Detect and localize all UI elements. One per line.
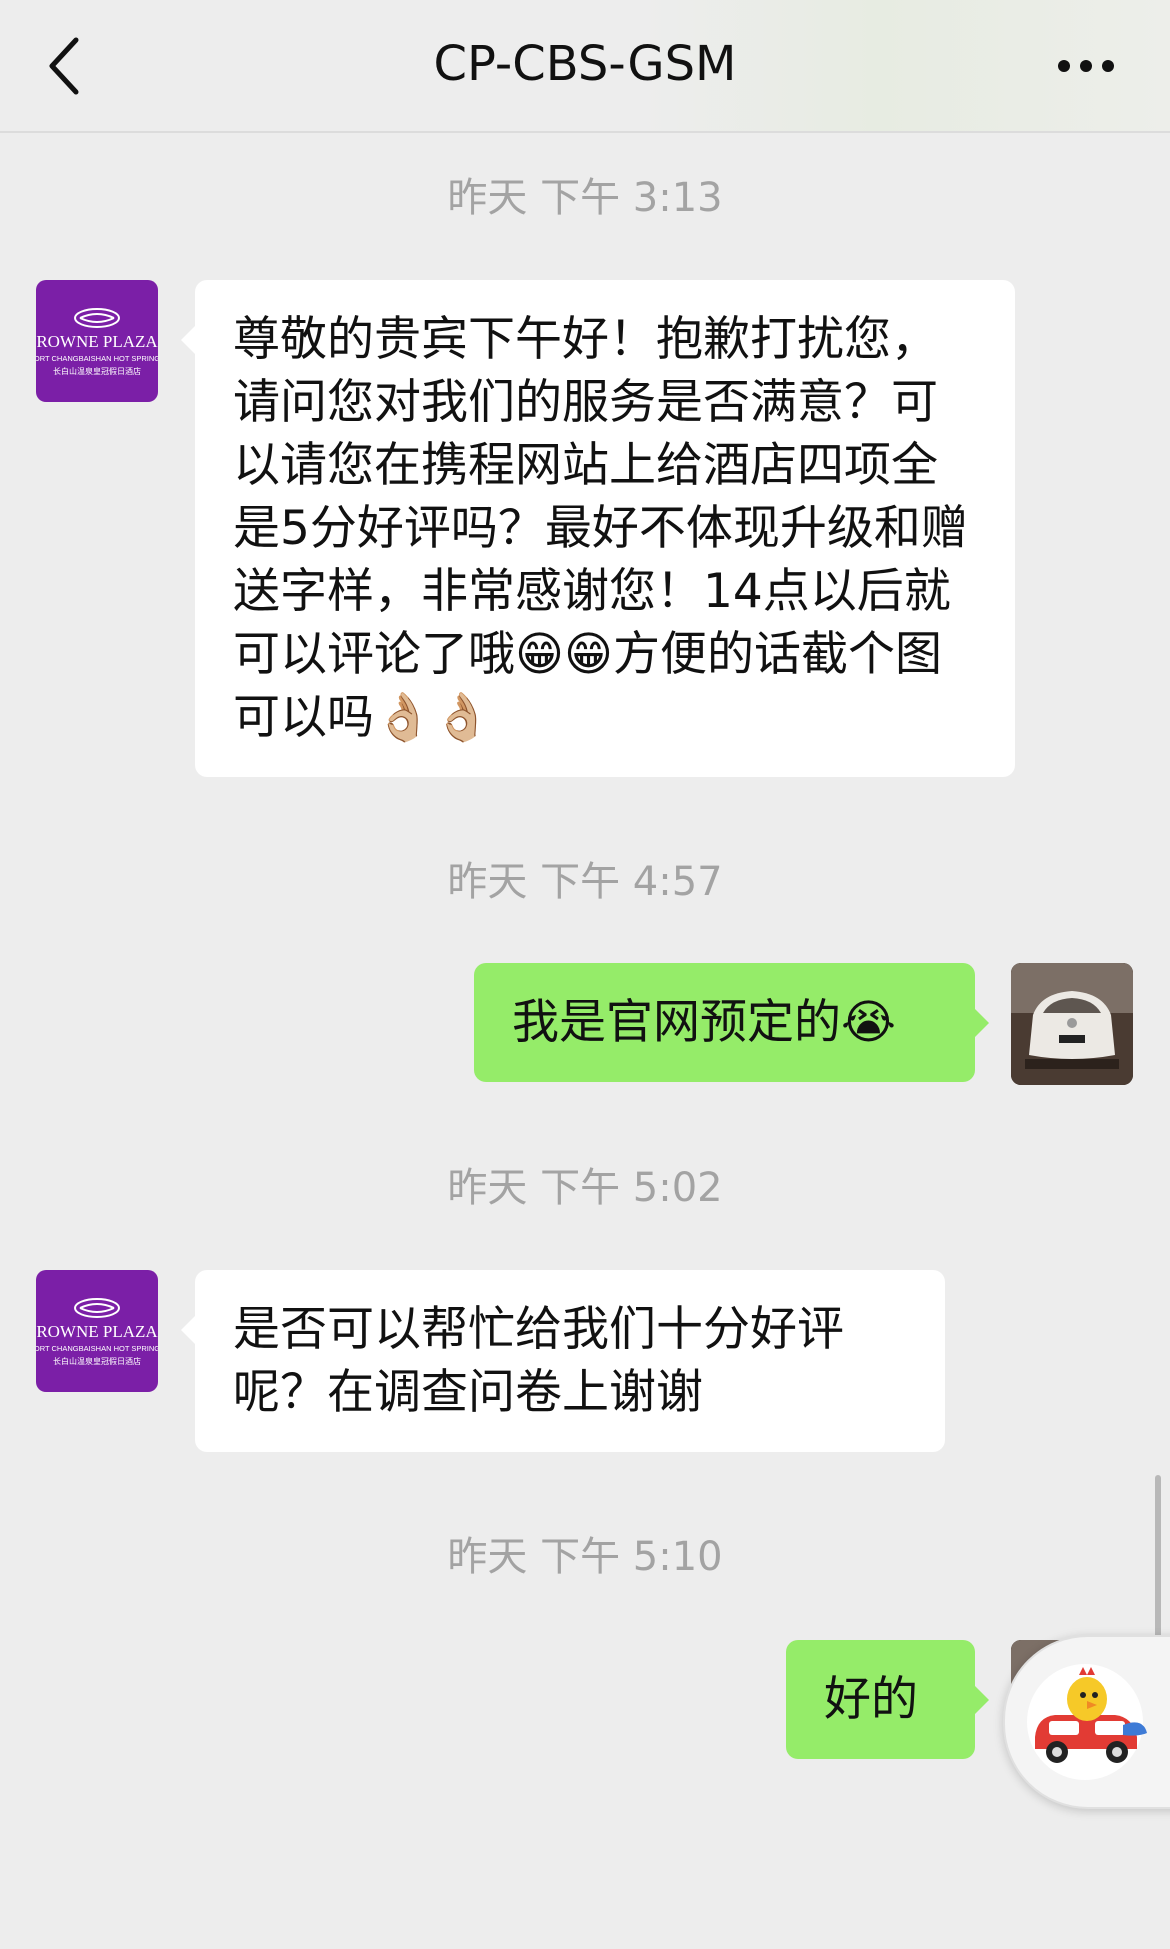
chevron-left-icon bbox=[49, 37, 79, 95]
nav-bar: CP-CBS-GSM bbox=[0, 0, 1170, 133]
message-bubble-outgoing[interactable]: 我是官网预定的😭 bbox=[474, 963, 989, 1082]
message-bubble-incoming[interactable]: 是否可以帮忙给我们十分好评呢？在调查问卷上谢谢 bbox=[181, 1270, 945, 1452]
crowne-plaza-logo-icon: ROWNE PLAZA ORT CHANGBAISHAN HOT SPRING … bbox=[36, 1298, 158, 1366]
hotel-avatar[interactable]: ROWNE PLAZA ORT CHANGBAISHAN HOT SPRING … bbox=[36, 1270, 158, 1392]
more-horizontal-icon bbox=[1058, 60, 1114, 72]
floating-assistant-button[interactable] bbox=[1003, 1635, 1170, 1809]
hotel-avatar[interactable]: ROWNE PLAZA ORT CHANGBAISHAN HOT SPRING … bbox=[36, 280, 158, 402]
avatar-logo-line2: ORT CHANGBAISHAN HOT SPRING bbox=[36, 1344, 158, 1353]
avatar-logo-line2: ORT CHANGBAISHAN HOT SPRING bbox=[36, 354, 158, 363]
avatar-logo-line3: 长白山温泉皇冠假日酒店 bbox=[53, 366, 141, 376]
more-button[interactable] bbox=[1050, 44, 1122, 88]
avatar-logo-line1: ROWNE PLAZA bbox=[36, 332, 158, 351]
message-timestamp: 昨天 下午 5:02 bbox=[447, 1165, 723, 1211]
user-avatar[interactable] bbox=[1011, 963, 1133, 1085]
message-timestamp: 昨天 下午 4:57 bbox=[447, 859, 723, 905]
crowne-plaza-logo-icon: ROWNE PLAZA ORT CHANGBAISHAN HOT SPRING … bbox=[36, 308, 158, 376]
car-photo-icon bbox=[1011, 963, 1133, 1085]
chat-title: CP-CBS-GSM bbox=[433, 36, 737, 92]
avatar-logo-line3: 长白山温泉皇冠假日酒店 bbox=[53, 1356, 141, 1366]
message-bubble-incoming[interactable]: 尊敬的贵宾下午好！抱歉打扰您，请问您对我们的服务是否满意？可以请您在携程网站上给… bbox=[181, 280, 1015, 777]
back-button[interactable] bbox=[40, 28, 94, 104]
chick-mascot-icon bbox=[1027, 1664, 1147, 1780]
message-timestamp: 昨天 下午 3:13 bbox=[447, 175, 723, 221]
message-timestamp: 昨天 下午 5:10 bbox=[447, 1534, 723, 1580]
message-bubble-outgoing[interactable]: 好的 bbox=[786, 1640, 989, 1759]
avatar-logo-line1: ROWNE PLAZA bbox=[36, 1322, 158, 1341]
